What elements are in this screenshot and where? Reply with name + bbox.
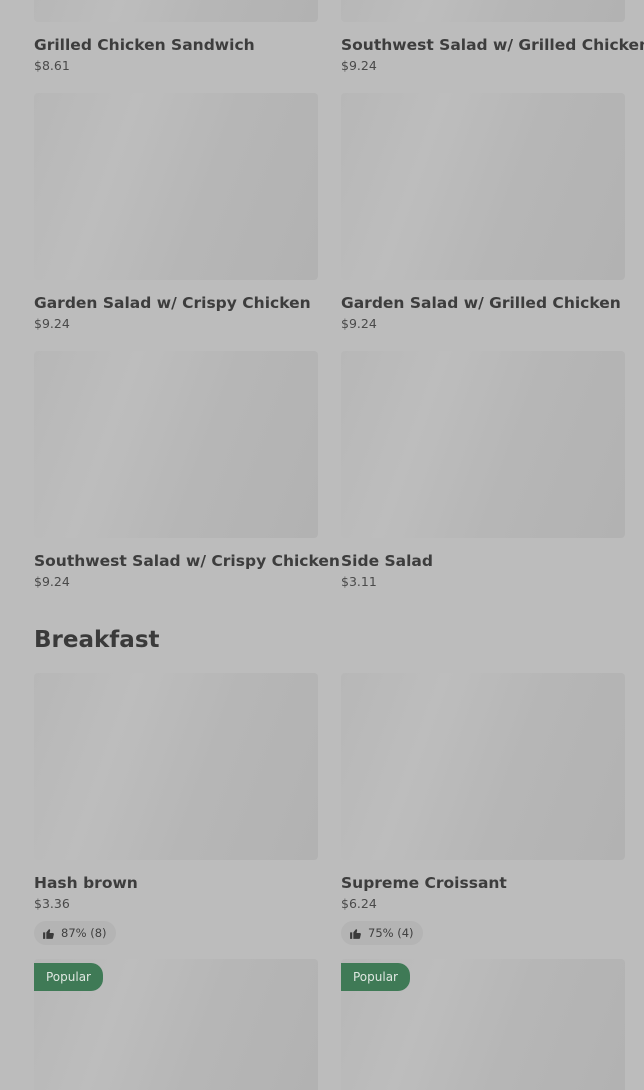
menu-item-card[interactable]: Side Salad $3.11	[341, 351, 625, 590]
item-name: Southwest Salad w/ Crispy Chicken	[34, 552, 340, 570]
item-price: $9.24	[34, 574, 70, 589]
rating-text: 87% (8)	[61, 926, 107, 940]
item-price: $6.24	[341, 896, 377, 911]
rating-pill: 87% (8)	[34, 921, 116, 945]
menu-item-card[interactable]: Southwest Salad w/ Crispy Chicken $9.24	[34, 351, 340, 590]
item-price: $9.24	[34, 316, 70, 331]
item-image	[34, 0, 318, 22]
menu-item-card[interactable]: Popular	[341, 959, 625, 1090]
item-image	[341, 351, 625, 538]
item-name: Hash brown	[34, 874, 138, 892]
rating-pill: 75% (4)	[341, 921, 423, 945]
item-price: $3.36	[34, 896, 70, 911]
item-name: Garden Salad w/ Grilled Chicken	[341, 294, 621, 312]
item-name: Grilled Chicken Sandwich	[34, 36, 255, 54]
item-price: $3.11	[341, 574, 377, 589]
item-image	[34, 351, 318, 538]
item-image: Popular	[341, 959, 625, 1090]
popular-badge: Popular	[34, 963, 103, 991]
menu-page: Grilled Chicken Sandwich $8.61 Southwest…	[0, 0, 644, 1090]
thumbs-up-icon	[350, 928, 361, 939]
item-image	[341, 93, 625, 280]
menu-item-card[interactable]: Hash brown $3.36 87% (8)	[34, 673, 318, 945]
section-title-breakfast: Breakfast	[34, 627, 160, 653]
item-image	[341, 0, 625, 22]
popular-badge: Popular	[341, 963, 410, 991]
item-price: $9.24	[341, 316, 377, 331]
item-image: Popular	[34, 959, 318, 1090]
item-price: $8.61	[34, 58, 70, 73]
menu-item-card[interactable]: Garden Salad w/ Crispy Chicken $9.24	[34, 93, 318, 332]
item-image	[34, 673, 318, 860]
menu-item-card[interactable]: Southwest Salad w/ Grilled Chicken $9.24	[341, 0, 644, 74]
item-name: Southwest Salad w/ Grilled Chicken	[341, 36, 644, 54]
item-name: Supreme Croissant	[341, 874, 507, 892]
item-price: $9.24	[341, 58, 377, 73]
menu-item-card[interactable]: Garden Salad w/ Grilled Chicken $9.24	[341, 93, 625, 332]
item-name: Garden Salad w/ Crispy Chicken	[34, 294, 311, 312]
item-image	[341, 673, 625, 860]
menu-item-card[interactable]: Popular	[34, 959, 318, 1090]
item-name: Side Salad	[341, 552, 433, 570]
rating-text: 75% (4)	[368, 926, 414, 940]
menu-item-card[interactable]: Supreme Croissant $6.24 75% (4)	[341, 673, 625, 945]
thumbs-up-icon	[43, 928, 54, 939]
menu-item-card[interactable]: Grilled Chicken Sandwich $8.61	[34, 0, 318, 74]
item-image	[34, 93, 318, 280]
